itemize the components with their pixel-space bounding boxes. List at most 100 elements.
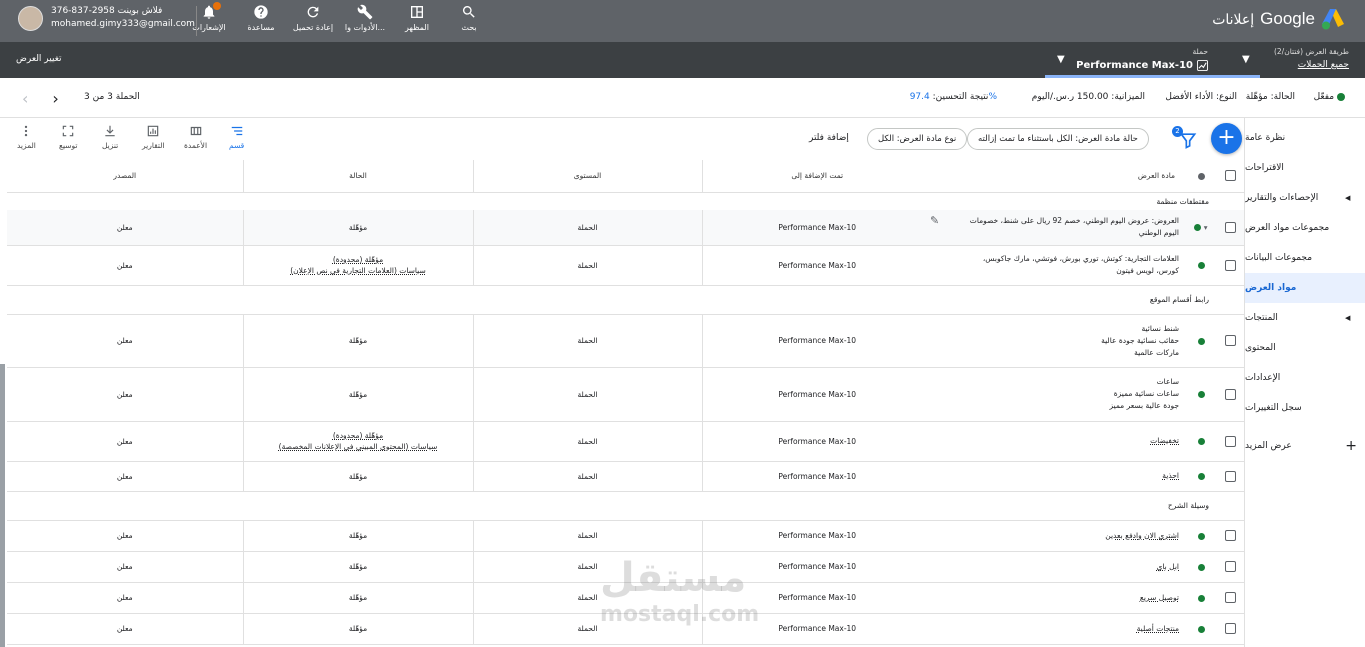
nav-item-change-history[interactable]: سجل التغييرات	[1245, 393, 1365, 423]
asset-type-filter-chip[interactable]: نوع مادة العرض: الكل	[867, 128, 968, 150]
column-header-status[interactable]: الحالة	[242, 160, 473, 193]
column-header-added-to[interactable]: تمت الإضافة إلى	[701, 160, 932, 193]
nav-item-data-sets[interactable]: مجموعات البيانات	[1245, 243, 1365, 273]
nav-item-assets[interactable]: مواد العرض	[1245, 273, 1365, 303]
nav-item-asset-groups[interactable]: مجموعات مواد العرض	[1245, 213, 1365, 243]
campaign-selector[interactable]: حملة Performance Max-10 ▼	[1045, 42, 1260, 78]
chevron-down-icon[interactable]: ▾	[1201, 223, 1208, 232]
asset-text-line: شنط نسائية	[1141, 323, 1180, 333]
asset-text-line: اليوم الوطني	[1138, 228, 1179, 238]
view-selector[interactable]: طريقة العرض (فتتان/2) جميع الحملات ▼	[1242, 42, 1365, 78]
section-header-row: وسيلة الشرح	[7, 491, 1244, 521]
status-cell: مؤهّلة (محدودة) سياسات (العلامات التجارية…	[242, 245, 473, 286]
columns-button[interactable]: الأعمدة	[184, 124, 207, 150]
edit-pencil-icon[interactable]: ✎	[930, 215, 939, 227]
show-more-button[interactable]: + عرض المزيد	[1245, 431, 1365, 461]
view-label: طريقة العرض (فتتان/2)	[1273, 47, 1349, 56]
source-cell: معلن	[7, 210, 243, 246]
eligible-dot-icon	[1197, 337, 1205, 345]
chevron-right-icon[interactable]: ›	[52, 89, 58, 108]
status-text: مؤهّلة	[348, 336, 368, 345]
row-checkbox[interactable]	[1224, 592, 1236, 603]
watermark-logo: مستقل	[600, 555, 747, 601]
search-button[interactable]: بحث	[443, 2, 495, 40]
nav-item-products[interactable]: ◀ المنتجات	[1245, 303, 1365, 333]
row-checkbox[interactable]	[1224, 530, 1236, 541]
nav-item-overview[interactable]: نظرة عامة	[1245, 123, 1365, 153]
row-checkbox[interactable]	[1224, 388, 1236, 400]
more-button[interactable]: المزيد	[17, 124, 36, 150]
table-row[interactable]: معلن مؤهّلة (محدودة) سياسات (العلامات التج…	[7, 245, 1244, 286]
asset-status-filter-chip[interactable]: حالة مادة العرض: الكل باستثناء ما تمت إز…	[967, 128, 1149, 150]
help-button[interactable]: مساعدة	[235, 2, 287, 40]
download-button[interactable]: تنزيل	[102, 124, 118, 150]
google-ads-logo[interactable]: إعلانات Google	[1212, 8, 1345, 30]
product-name: إعلانات	[1212, 10, 1255, 27]
added-to-cell: Performance Max-10	[701, 461, 932, 492]
scrollbar[interactable]	[0, 364, 5, 647]
row-checkbox[interactable]	[1224, 623, 1236, 634]
row-checkbox[interactable]	[1224, 221, 1236, 233]
added-to-cell: Performance Max-10	[701, 367, 932, 422]
refresh-button[interactable]: إعادة تحميل	[287, 2, 339, 40]
table-row[interactable]: معلن مؤهّلة الحملة Performance Max-10 احذية	[7, 461, 1244, 492]
status-cell: مؤهّلة (محدودة) سياسات (المحتوى المبيني ف…	[242, 421, 473, 462]
row-checkbox[interactable]	[1224, 561, 1236, 572]
select-all-header[interactable]	[1215, 160, 1244, 193]
row-checkbox[interactable]	[1224, 335, 1236, 346]
table-row[interactable]: معلن مؤهّلة الحملة Performance Max-10 ✎ العرو…	[7, 210, 1244, 246]
asset-cell: العلامات التجارية: كوتش، توري بورش، فوتش…	[932, 245, 1187, 286]
column-header-asset[interactable]: مادة العرض	[932, 160, 1187, 193]
tools-button[interactable]: الأدوات وا...	[339, 2, 391, 40]
fullscreen-icon	[63, 125, 74, 137]
optimization-score[interactable]: نتيجة التحسين: 97.4%	[910, 92, 997, 102]
change-view-button[interactable]: تغيير العرض	[16, 54, 62, 64]
nav-item-recommendations[interactable]: الاقتراحات	[1245, 153, 1365, 183]
status-text: مؤهّلة	[348, 222, 368, 232]
asset-cell: ابل باي	[932, 551, 1187, 583]
asset-text-line: العلامات التجارية: كوتش، توري بورش، فوتش…	[982, 254, 1179, 263]
account-switcher[interactable]: 376-837-2958 فلاش بوينت mohamed.gimy333@…	[18, 5, 195, 31]
policy-link[interactable]: سياسات (العلامات التجارية في نص الإعلان)	[244, 265, 473, 276]
row-checkbox[interactable]	[1224, 435, 1236, 447]
appearance-button[interactable]: المظهر	[391, 2, 443, 40]
add-asset-button[interactable]: +	[1211, 123, 1242, 154]
nav-item-content[interactable]: المحتوى	[1245, 333, 1365, 363]
nav-item-settings[interactable]: الإعدادات	[1245, 363, 1365, 393]
row-checkbox[interactable]	[1224, 259, 1236, 271]
expand-button[interactable]: توسيع	[59, 124, 78, 150]
reports-icon	[148, 125, 159, 137]
segment-button[interactable]: قسم	[229, 124, 244, 150]
eligible-dot-icon	[1197, 473, 1205, 480]
column-header-level[interactable]: المستوى	[472, 160, 702, 193]
level-cell: الحملة	[472, 421, 702, 462]
source-cell: معلن	[7, 367, 243, 422]
added-to-cell: Performance Max-10	[701, 520, 932, 552]
pager-arrows: ‹ ›	[22, 89, 59, 108]
table-row[interactable]: معلن مؤهّلة الحملة Performance Max-10 شنط نس…	[7, 314, 1244, 368]
reports-button[interactable]: التقارير	[142, 124, 165, 150]
appearance-icon	[411, 6, 423, 18]
tools-label: الأدوات وا...	[344, 23, 386, 32]
table-row[interactable]: معلن مؤهّلة (محدودة) سياسات (المحتوى المبي…	[7, 421, 1244, 462]
asset-text-line: اشتري الان وادفع بعدين	[1105, 530, 1179, 540]
expand-label: توسيع	[59, 141, 78, 150]
table-row[interactable]: معلن مؤهّلة الحملة Performance Max-10 اشتري …	[7, 520, 1244, 552]
table-toolbar: المزيد توسيع تنزيل التقارير الأعمدة قسم …	[0, 118, 1244, 160]
column-header-source[interactable]: المصدر	[7, 160, 243, 193]
chevron-left-icon[interactable]: ‹	[22, 89, 28, 108]
table-row[interactable]: معلن مؤهّلة الحملة Performance Max-10 ساعات س…	[7, 367, 1244, 422]
nav-item-insights[interactable]: ◀ الإحصاءات والتقارير	[1245, 183, 1365, 213]
policy-link[interactable]: سياسات (المحتوى المبيني في الإعلانات الم…	[244, 441, 473, 452]
select-all-checkbox[interactable]	[1224, 170, 1236, 182]
row-checkbox[interactable]	[1224, 470, 1236, 482]
chevron-down-icon: ▼	[1242, 54, 1250, 65]
asset-text-line: حقائب نسائية جودة عالية	[1101, 335, 1179, 345]
filter-button[interactable]: 2	[1172, 126, 1198, 150]
avatar[interactable]	[18, 5, 43, 31]
section-header-row: مقتطفات منظمة	[7, 192, 1244, 210]
tools-icon	[357, 4, 373, 20]
status-cell: مؤهّلة	[242, 314, 473, 368]
add-filter-button[interactable]: إضافة فلتر	[809, 133, 849, 143]
enabled-status[interactable]: مفعّل	[1314, 92, 1345, 102]
